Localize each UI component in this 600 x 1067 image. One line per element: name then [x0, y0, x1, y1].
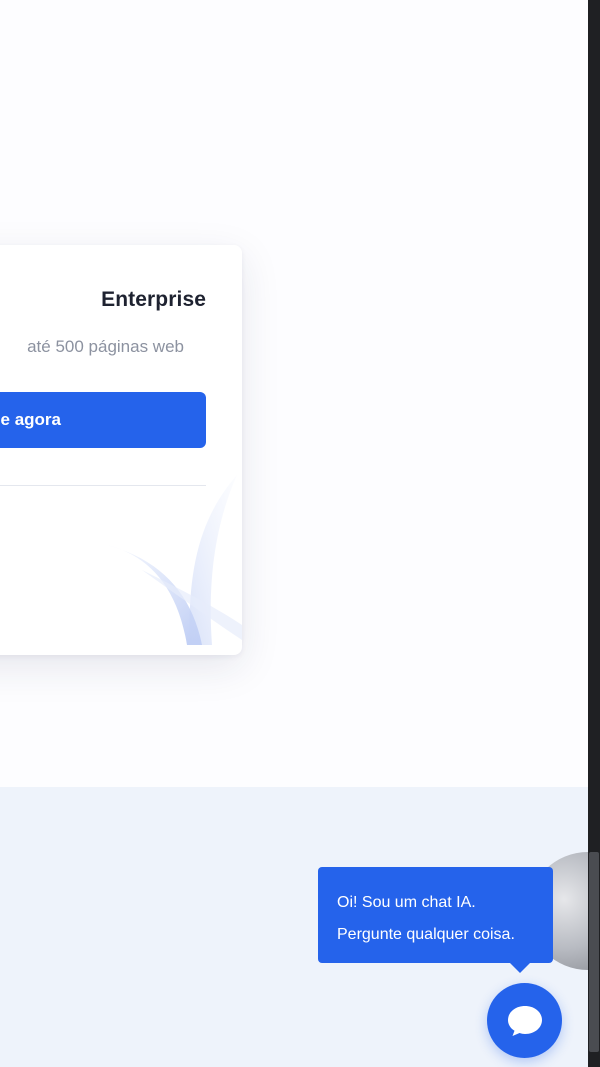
scrollbar-thumb[interactable] — [589, 852, 599, 1052]
chat-greeting-line: Oi! Sou um chat IA. — [337, 894, 476, 911]
decorative-swoosh-graphic — [107, 475, 242, 645]
pricing-card-enterprise: Enterprise até 500 páginas web e agora — [0, 245, 242, 655]
chat-greeting-tooltip[interactable]: Oi! Sou um chat IA. Pergunte qualquer co… — [318, 867, 553, 973]
plan-title: Enterprise — [101, 288, 206, 311]
chat-greeting-line: Pergunte qualquer coisa. — [337, 926, 515, 943]
open-chat-button[interactable] — [487, 983, 562, 1058]
page: Enterprise até 500 páginas web e agora O… — [0, 0, 600, 1067]
plan-cta-button[interactable]: e agora — [0, 392, 206, 448]
scrollbar[interactable] — [588, 0, 600, 1067]
plan-description: até 500 páginas web — [27, 337, 184, 356]
chat-bubble-icon — [507, 1005, 542, 1036]
